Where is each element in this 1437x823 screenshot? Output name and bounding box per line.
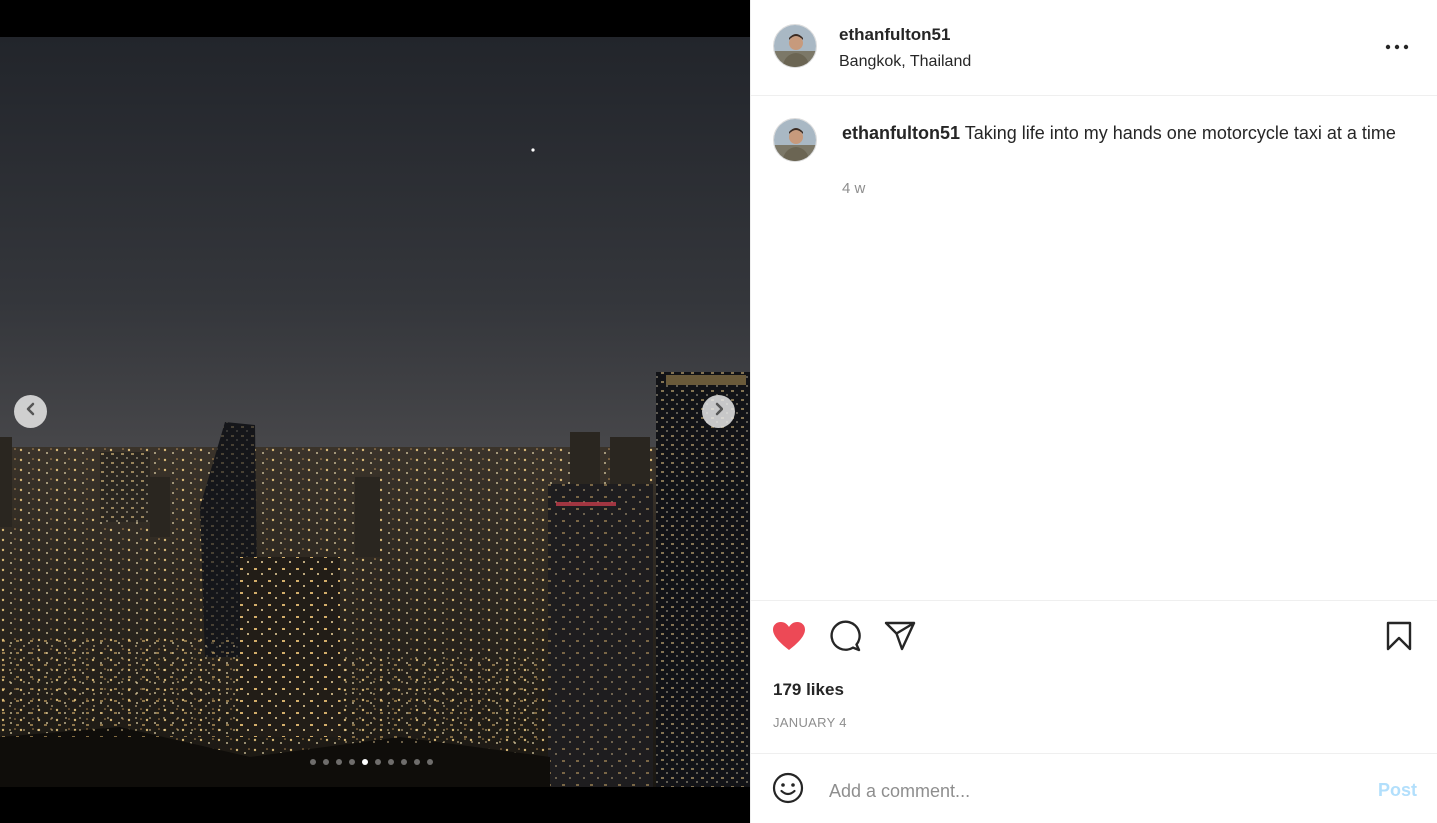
carousel-dot xyxy=(388,759,394,765)
smiley-icon xyxy=(772,772,804,809)
heart-filled-icon xyxy=(772,621,806,656)
like-button[interactable] xyxy=(771,620,807,656)
carousel-dot xyxy=(362,759,368,765)
caption-text: ethanfulton51 Taking life into my hands … xyxy=(842,120,1402,146)
post-header: ethanfulton51 Bangkok, Thailand xyxy=(751,0,1437,96)
carousel-prev-button[interactable] xyxy=(14,395,47,428)
carousel-dot xyxy=(414,759,420,765)
comment-button-visible[interactable] xyxy=(827,620,863,656)
more-options-icon xyxy=(1385,37,1409,55)
carousel-dot xyxy=(401,759,407,765)
carousel-dot xyxy=(323,759,329,765)
post-side-panel: ethanfulton51 Bangkok, Thailand ethanful… xyxy=(750,0,1437,823)
post-date: JANUARY 4 xyxy=(773,715,847,730)
save-button[interactable] xyxy=(1381,620,1417,656)
bookmark-icon xyxy=(1386,621,1412,656)
carousel-dot xyxy=(336,759,342,765)
carousel-dot xyxy=(310,759,316,765)
caption-username[interactable]: ethanfulton51 xyxy=(842,123,960,143)
carousel-dot xyxy=(427,759,433,765)
chevron-right-icon xyxy=(713,402,725,421)
post-comment-button[interactable]: Post xyxy=(1378,780,1417,801)
carousel-dot xyxy=(349,759,355,765)
chevron-left-icon xyxy=(25,402,37,421)
post-actions: 179 likes JANUARY 4 xyxy=(751,600,1437,730)
avatar[interactable] xyxy=(773,24,817,68)
carousel-next-button[interactable] xyxy=(702,395,735,428)
emoji-button[interactable] xyxy=(771,772,805,809)
caption-body: Taking life into my hands one motorcycle… xyxy=(964,123,1396,143)
carousel-indicator xyxy=(310,759,433,765)
post-photo xyxy=(0,37,750,787)
post-modal: ethanfulton51 Bangkok, Thailand ethanful… xyxy=(0,0,1437,823)
caption-avatar[interactable] xyxy=(773,118,817,162)
caption-timestamp[interactable]: 4 w xyxy=(842,180,865,197)
post-media xyxy=(0,0,750,823)
share-button[interactable] xyxy=(882,620,918,656)
more-options-button[interactable] xyxy=(1383,36,1411,56)
comment-bubble-icon xyxy=(829,620,861,657)
paper-plane-icon xyxy=(884,621,916,656)
post-location[interactable]: Bangkok, Thailand xyxy=(839,53,971,71)
like-count[interactable]: 179 likes xyxy=(773,680,844,700)
comment-composer: Post xyxy=(751,753,1437,823)
carousel-dot xyxy=(375,759,381,765)
comment-input[interactable] xyxy=(827,776,1347,806)
post-author-username[interactable]: ethanfulton51 xyxy=(839,25,950,45)
